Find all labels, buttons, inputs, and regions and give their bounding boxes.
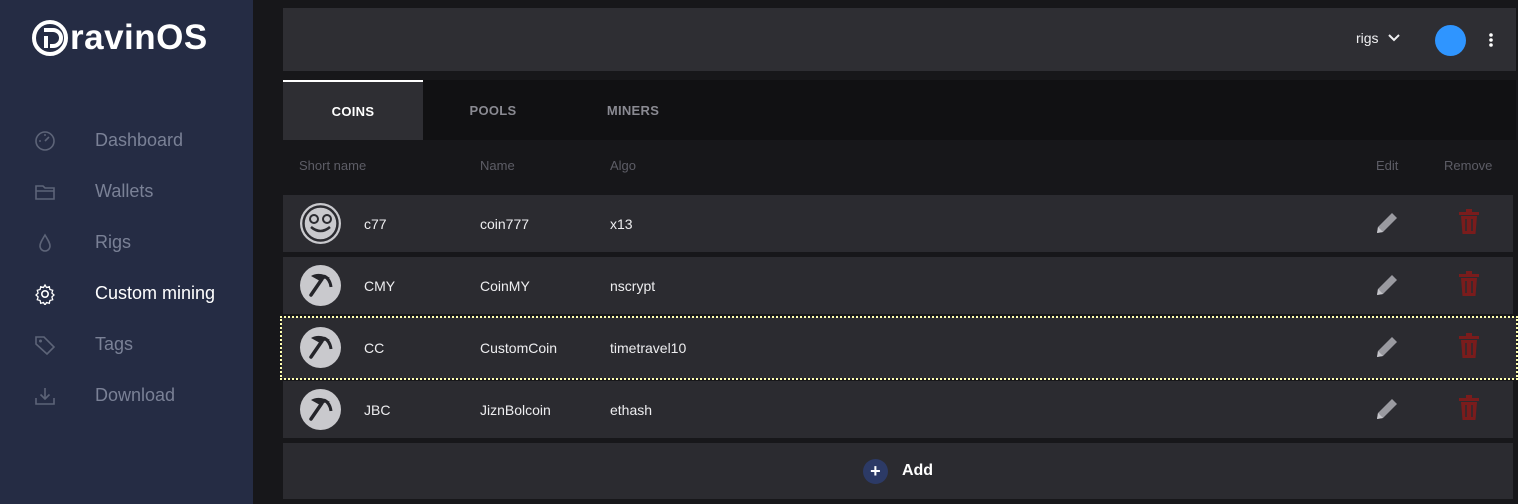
sidebar: ravinOS Dashboard Wallets Rigs Custom mi… <box>0 0 253 504</box>
table-row[interactable]: JBC JiznBolcoin ethash <box>283 381 1513 438</box>
table-row[interactable]: c77 coin777 x13 <box>283 195 1513 252</box>
folder-icon <box>34 181 56 203</box>
trash-icon[interactable] <box>1458 332 1480 360</box>
column-header-short-name: Short name <box>299 158 367 173</box>
plus-icon: + <box>862 458 888 484</box>
sidebar-item-label: Custom mining <box>95 283 216 303</box>
tag-icon <box>34 334 56 356</box>
pickaxe-icon <box>300 389 341 430</box>
add-coin-button[interactable]: + Add <box>283 443 1513 499</box>
table-row[interactable]: CC CustomCoin timetravel10 <box>280 316 1518 380</box>
brand-name: ravinOS <box>70 18 208 57</box>
sidebar-item-label: Tags <box>95 334 134 354</box>
trash-icon[interactable] <box>1458 270 1480 298</box>
tab-bar: COINS POOLS MINERS <box>283 80 1516 140</box>
smiley-coin-icon <box>300 203 341 244</box>
coin-algo: x13 <box>610 215 633 232</box>
sidebar-item-rigs[interactable]: Rigs <box>0 217 253 268</box>
kebab-menu-icon[interactable] <box>1483 30 1499 50</box>
sidebar-item-download[interactable]: Download <box>0 370 253 421</box>
edit-pencil-icon[interactable] <box>1373 271 1401 299</box>
sidebar-item-dashboard[interactable]: Dashboard <box>0 115 253 166</box>
trash-icon[interactable] <box>1458 208 1480 236</box>
coin-short-name: CC <box>364 340 385 356</box>
pickaxe-icon <box>300 327 341 368</box>
edit-pencil-icon[interactable] <box>1373 395 1401 423</box>
coin-name: JiznBolcoin <box>480 401 551 418</box>
sidebar-item-label: Rigs <box>95 232 132 252</box>
coin-short-name: CMY <box>364 277 396 294</box>
tab-miners[interactable]: MINERS <box>563 80 703 140</box>
column-header-algo: Algo <box>610 158 637 173</box>
brand-logo[interactable]: ravinOS <box>30 18 208 58</box>
drop-icon <box>34 232 56 254</box>
ravinos-logo-icon <box>32 20 68 56</box>
column-header-remove: Remove <box>1444 158 1493 173</box>
column-header-edit: Edit <box>1376 158 1399 173</box>
sidebar-item-label: Download <box>95 385 176 405</box>
download-icon <box>34 385 56 407</box>
table-row[interactable]: CMY CoinMY nscrypt <box>283 257 1513 314</box>
trash-icon[interactable] <box>1458 394 1480 422</box>
coin-name: CustomCoin <box>480 340 558 356</box>
coin-name: coin777 <box>480 215 530 232</box>
rigs-dropdown[interactable]: rigs <box>1356 30 1401 46</box>
sidebar-item-label: Dashboard <box>95 130 184 150</box>
edit-pencil-icon[interactable] <box>1373 333 1401 361</box>
sidebar-item-label: Wallets <box>95 181 154 201</box>
coin-name: CoinMY <box>480 277 530 294</box>
coin-algo: ethash <box>610 401 653 418</box>
sidebar-item-custom-mining[interactable]: Custom mining <box>0 268 253 319</box>
rigs-dropdown-label: rigs <box>1356 30 1379 46</box>
avatar[interactable] <box>1435 25 1466 56</box>
sidebar-nav: Dashboard Wallets Rigs Custom mining Tag… <box>0 115 253 421</box>
coin-algo: timetravel10 <box>610 340 687 356</box>
gear-icon <box>34 283 56 305</box>
column-header-name: Name <box>480 158 515 173</box>
tab-coins[interactable]: COINS <box>283 80 423 140</box>
sidebar-item-tags[interactable]: Tags <box>0 319 253 370</box>
tab-pools[interactable]: POOLS <box>423 80 563 140</box>
speedometer-icon <box>34 130 56 152</box>
edit-pencil-icon[interactable] <box>1373 209 1401 237</box>
top-bar: rigs <box>283 8 1516 71</box>
coin-short-name: c77 <box>364 215 387 232</box>
coin-algo: nscrypt <box>610 277 656 294</box>
pickaxe-icon <box>300 265 341 306</box>
chevron-down-icon <box>1387 34 1400 42</box>
coin-short-name: JBC <box>364 401 391 418</box>
sidebar-item-wallets[interactable]: Wallets <box>0 166 253 217</box>
add-label: Add <box>901 462 934 479</box>
